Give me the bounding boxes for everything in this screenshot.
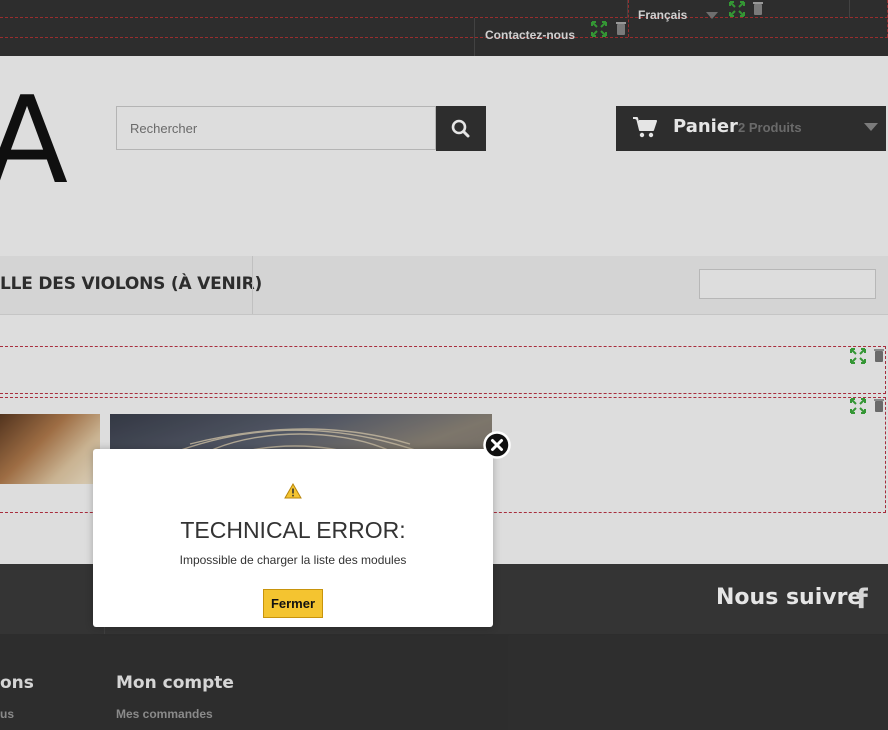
close-button[interactable]: Fermer — [263, 589, 323, 618]
warning-icon — [284, 483, 302, 499]
dialog-title: TECHNICAL ERROR: — [180, 517, 406, 543]
close-icon[interactable] — [483, 431, 511, 459]
dialog-message: Impossible de charger la liste des modul… — [179, 553, 407, 567]
